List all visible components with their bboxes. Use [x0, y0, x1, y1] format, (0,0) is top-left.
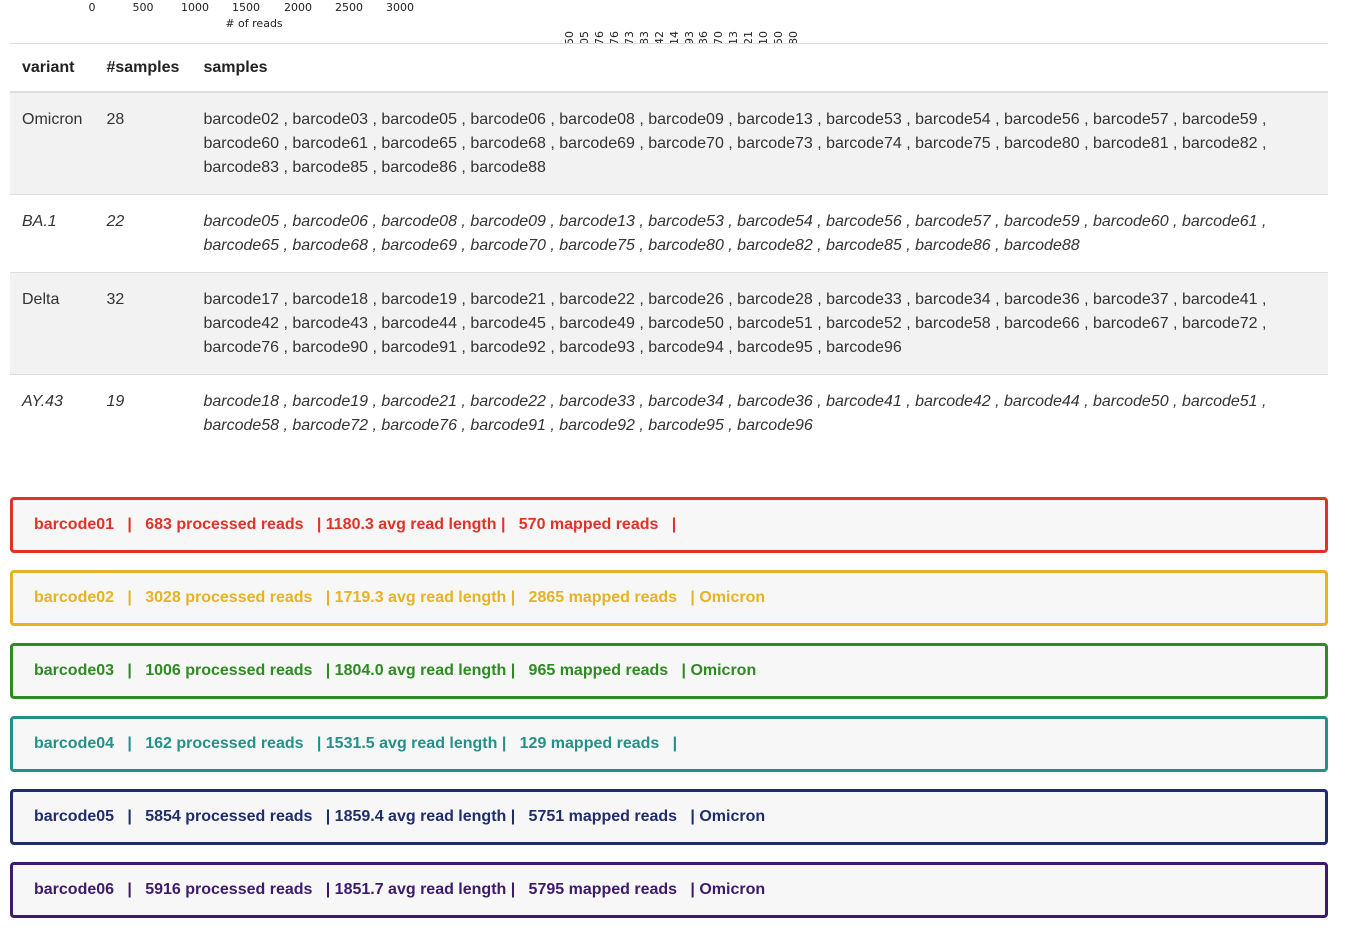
table-row: Omicron 28 barcode02 , barcode03 , barco… — [10, 92, 1328, 195]
x-tick-label: 500 — [132, 1, 154, 14]
barcode-summary-barcode04[interactable]: barcode04 | 162 processed reads | 1531.5… — [10, 716, 1328, 772]
table-row: AY.43 19 barcode18 , barcode19 , barcode… — [10, 374, 1328, 452]
x-tick-label: 2000 — [284, 1, 312, 14]
variant-name: Delta — [10, 272, 95, 375]
sample-count: 22 — [94, 194, 192, 273]
sample-list: barcode18 , barcode19 , barcode21 , barc… — [191, 374, 1328, 452]
sample-list: barcode05 , barcode06 , barcode08 , barc… — [191, 194, 1328, 273]
table-row: Delta 32 barcode17 , barcode18 , barcode… — [10, 272, 1328, 375]
column-header-samples: samples — [191, 43, 1328, 93]
report-page: 0 500 1000 1500 2000 2500 3000 # of read… — [0, 0, 1346, 930]
variant-name: Omicron — [10, 92, 95, 195]
table-row: BA.1 22 barcode05 , barcode06 , barcode0… — [10, 194, 1328, 273]
barcode-summary-text: barcode01 | 683 processed reads | 1180.3… — [34, 516, 677, 533]
variant-name: BA.1 — [10, 194, 95, 273]
barcode-summary-barcode02[interactable]: barcode02 | 3028 processed reads | 1719.… — [10, 570, 1328, 626]
sample-list: barcode17 , barcode18 , barcode19 , barc… — [191, 272, 1328, 375]
barcode-summary-text: barcode06 | 5916 processed reads | 1851.… — [34, 881, 766, 898]
x-axis-title: # of reads — [225, 17, 283, 30]
barcode-summary-barcode05[interactable]: barcode05 | 5854 processed reads | 1859.… — [10, 789, 1328, 845]
chart-remnant: 0 500 1000 1500 2000 2500 3000 # of read… — [88, 1, 801, 44]
x-tick-label: 3000 — [386, 1, 414, 14]
barcode-summary-text: barcode04 | 162 processed reads | 1531.5… — [34, 735, 678, 752]
barcode-summary-barcode01[interactable]: barcode01 | 683 processed reads | 1180.3… — [10, 497, 1328, 553]
x-tick-label: 1500 — [232, 1, 260, 14]
x-tick-label: 1000 — [181, 1, 209, 14]
variant-table: variant #samples samples Omicron 28 barc… — [10, 43, 1328, 452]
x-tick-label: 2500 — [335, 1, 363, 14]
column-header-count: #samples — [94, 43, 192, 93]
barcode-summary-barcode03[interactable]: barcode03 | 1006 processed reads | 1804.… — [10, 643, 1328, 699]
barcode-summary-text: barcode03 | 1006 processed reads | 1804.… — [34, 662, 757, 679]
x-tick-label: 0 — [88, 1, 96, 14]
sample-list: barcode02 , barcode03 , barcode05 , barc… — [191, 92, 1328, 195]
sample-count: 19 — [94, 374, 192, 452]
barcode-summary-text: barcode05 | 5854 processed reads | 1859.… — [34, 808, 766, 825]
table-header-row: variant #samples samples — [10, 43, 1328, 93]
barcode-summary-barcode06[interactable]: barcode06 | 5916 processed reads | 1851.… — [10, 862, 1328, 918]
barcode-summary-text: barcode02 | 3028 processed reads | 1719.… — [34, 589, 766, 606]
sample-count: 28 — [94, 92, 192, 195]
barcode-summary-list: barcode01 | 683 processed reads | 1180.3… — [10, 497, 1328, 930]
column-header-variant: variant — [10, 43, 95, 93]
variant-name: AY.43 — [10, 374, 95, 452]
sample-count: 32 — [94, 272, 192, 375]
